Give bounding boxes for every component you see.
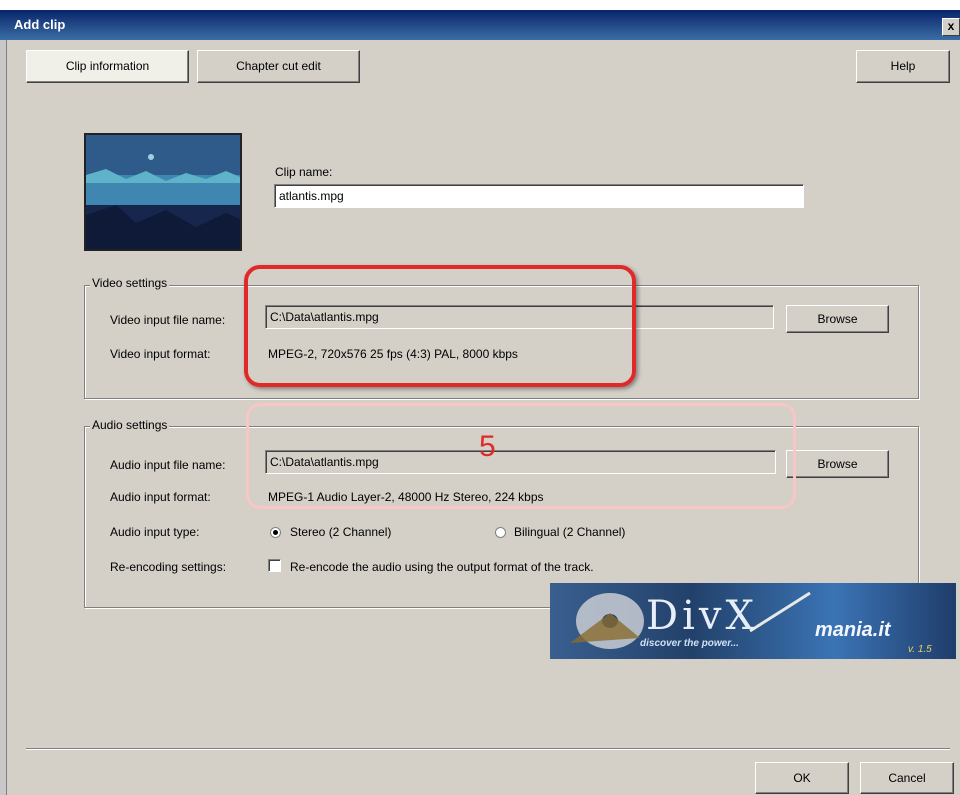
radio-bilingual-label[interactable]: Bilingual (2 Channel): [514, 525, 625, 539]
audio-browse-button[interactable]: Browse: [786, 450, 889, 478]
audio-settings-legend: Audio settings: [90, 418, 170, 432]
radio-stereo-label[interactable]: Stereo (2 Channel): [290, 525, 391, 539]
footer-separator: [26, 748, 950, 750]
left-edge: [0, 40, 7, 795]
reencode-checkbox[interactable]: [268, 559, 281, 572]
divx-banner: DivX discover the power... mania.it v. 1…: [550, 583, 956, 659]
divx-tagline: discover the power...: [640, 638, 739, 649]
video-settings-legend: Video settings: [90, 276, 170, 290]
radio-bilingual[interactable]: [495, 527, 506, 538]
reencode-text[interactable]: Re-encode the audio using the output for…: [290, 560, 594, 574]
radio-stereo[interactable]: [270, 527, 281, 538]
title-bar: [0, 0, 960, 40]
radio-selected-dot: [273, 530, 278, 535]
annotation-red-box: [244, 265, 636, 387]
divx-logo-text: DivX: [646, 593, 758, 639]
annotation-pink-box: [246, 403, 796, 509]
audio-file-label: Audio input file name:: [110, 458, 226, 472]
help-button[interactable]: Help: [856, 50, 950, 83]
close-button[interactable]: x: [942, 18, 960, 36]
window-title: Add clip: [14, 17, 66, 32]
video-file-label: Video input file name:: [110, 313, 226, 327]
clip-name-label: Clip name:: [275, 165, 333, 179]
annotation-number: 5: [479, 430, 496, 463]
cancel-button[interactable]: Cancel: [860, 762, 954, 794]
divx-version: v. 1.5: [908, 644, 932, 655]
clip-name-input[interactable]: [274, 184, 804, 208]
ok-button[interactable]: OK: [755, 762, 849, 794]
clip-thumbnail: [84, 133, 242, 251]
audio-format-label: Audio input format:: [110, 490, 211, 504]
audio-type-label: Audio input type:: [110, 525, 200, 539]
divx-site: mania.it: [815, 619, 891, 641]
underwater-scene-icon: [86, 135, 240, 249]
video-browse-button[interactable]: Browse: [786, 305, 889, 333]
tab-clip-information[interactable]: Clip information: [26, 50, 189, 83]
tab-chapter-cut-edit[interactable]: Chapter cut edit: [197, 50, 360, 83]
video-format-label: Video input format:: [110, 347, 211, 361]
reencode-label: Re-encoding settings:: [110, 560, 227, 574]
